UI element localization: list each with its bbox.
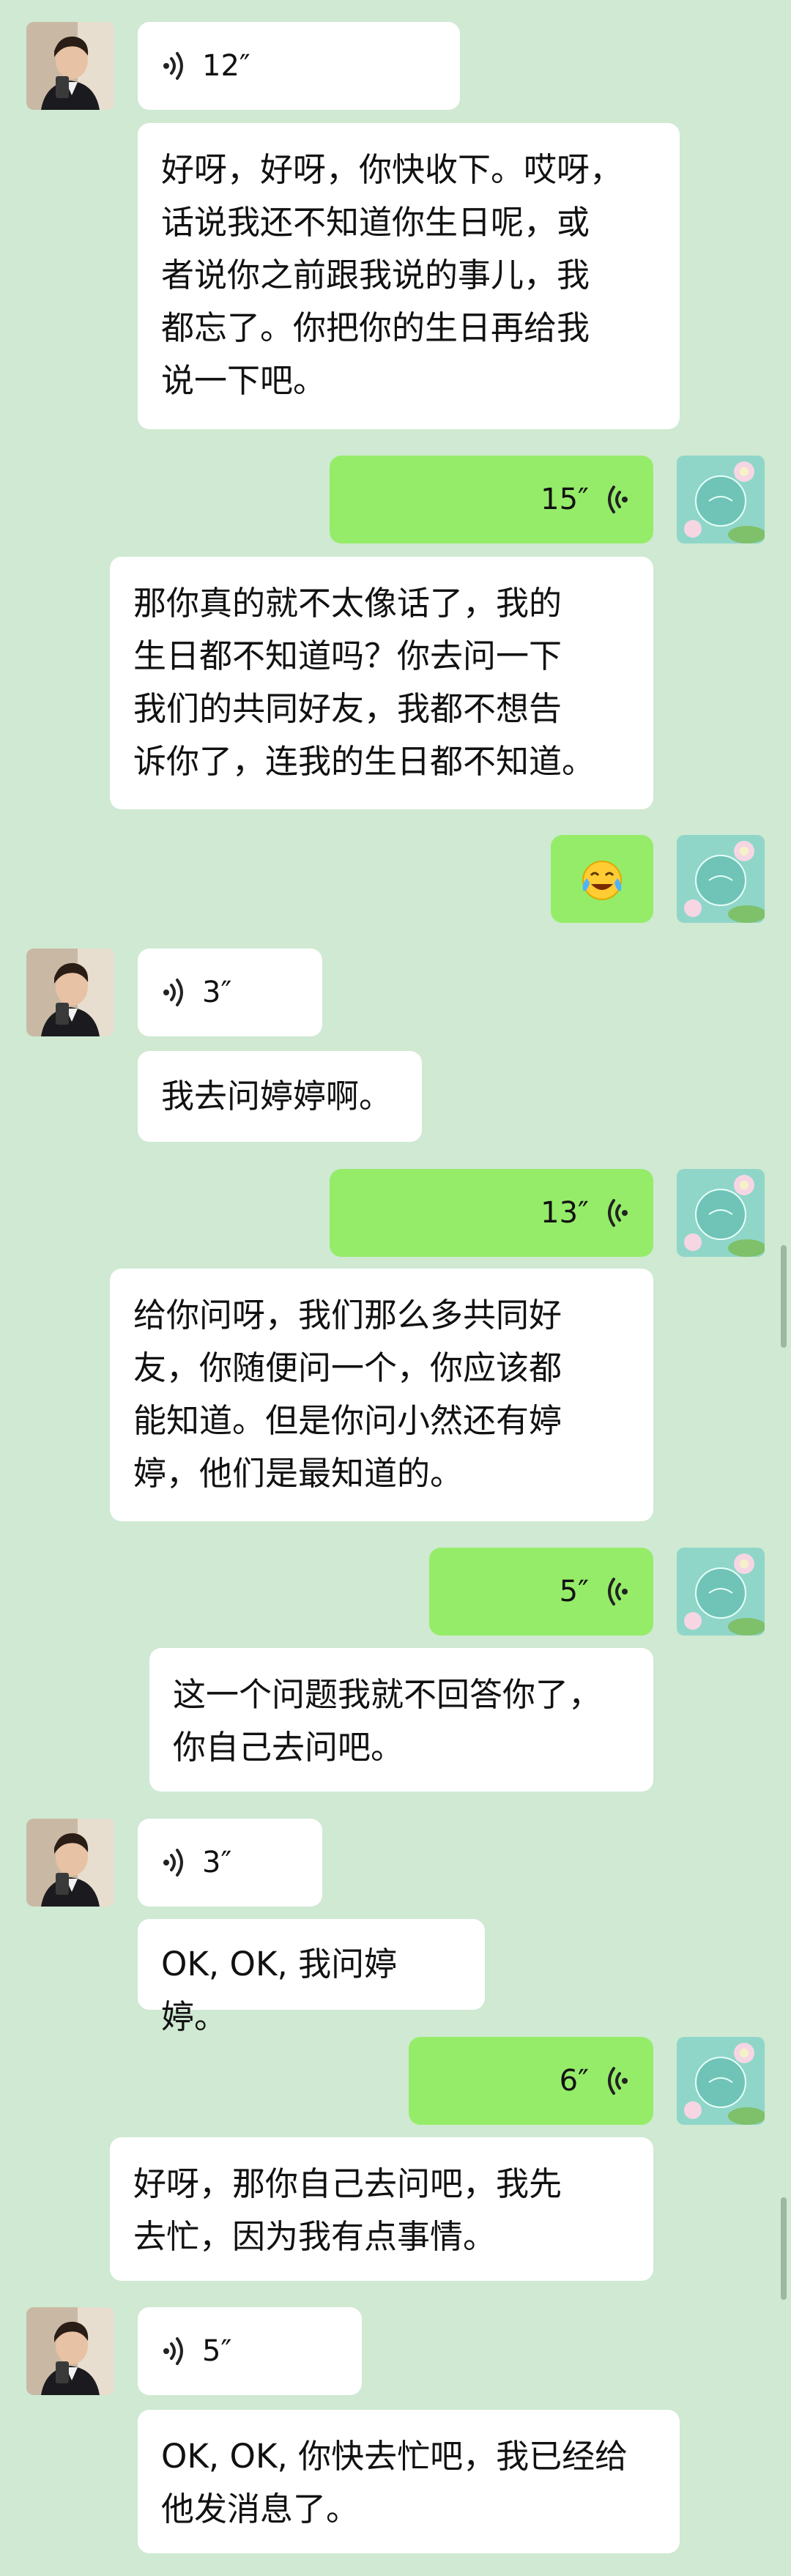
emoji-message[interactable] bbox=[551, 835, 653, 923]
text-message[interactable]: OK, OK, 你快去忙吧，我已经给 他发消息了。 bbox=[138, 2410, 680, 2553]
my-avatar[interactable] bbox=[677, 1548, 765, 1636]
contact-avatar[interactable] bbox=[26, 2307, 114, 2395]
contact-avatar[interactable] bbox=[26, 1819, 114, 1907]
voice-duration: 15″ bbox=[541, 483, 589, 516]
voice-wave-icon bbox=[608, 486, 628, 513]
voice-wave-icon bbox=[163, 52, 183, 80]
voice-wave-icon bbox=[163, 1849, 183, 1877]
voice-message[interactable]: 3″ bbox=[138, 1819, 322, 1907]
voice-duration: 3″ bbox=[202, 1846, 232, 1879]
scrollbar-thumb[interactable] bbox=[781, 2197, 787, 2300]
voice-wave-icon bbox=[608, 1578, 628, 1606]
voice-message[interactable]: 15″ bbox=[330, 456, 653, 543]
voice-message[interactable]: 12″ bbox=[138, 22, 460, 110]
contact-avatar[interactable] bbox=[26, 22, 114, 110]
voice-message[interactable]: 6″ bbox=[409, 2037, 653, 2125]
voice-duration: 6″ bbox=[559, 2064, 589, 2098]
voice-message[interactable]: 5″ bbox=[138, 2307, 362, 2395]
contact-avatar[interactable] bbox=[26, 949, 114, 1036]
my-avatar[interactable] bbox=[677, 2037, 765, 2125]
crying-laughing-emoji-icon bbox=[582, 861, 622, 900]
voice-message[interactable]: 3″ bbox=[138, 949, 322, 1036]
voice-message[interactable]: 5″ bbox=[429, 1548, 653, 1636]
my-avatar[interactable] bbox=[677, 835, 765, 923]
voice-wave-icon bbox=[163, 979, 183, 1006]
my-avatar[interactable] bbox=[677, 456, 765, 543]
text-message[interactable]: 那你真的就不太像话了，我的 生日都不知道吗？你去问一下 我们的共同好友，我都不想… bbox=[110, 557, 653, 809]
voice-wave-icon bbox=[163, 2337, 183, 2365]
voice-duration: 13″ bbox=[541, 1196, 589, 1230]
text-message[interactable]: 好呀，好呀，你快收下。哎呀， 话说我还不知道你生日呢，或 者说你之前跟我说的事儿… bbox=[138, 123, 680, 429]
text-message[interactable]: 好呀，那你自己去问吧，我先 去忙，因为我有点事情。 bbox=[110, 2137, 653, 2281]
text-message[interactable]: 给你问呀，我们那么多共同好 友，你随便问一个，你应该都 能知道。但是你问小然还有… bbox=[110, 1269, 653, 1521]
voice-duration: 3″ bbox=[202, 976, 232, 1009]
voice-wave-icon bbox=[608, 2067, 628, 2095]
scrollbar-thumb[interactable] bbox=[781, 1245, 787, 1348]
voice-message[interactable]: 13″ bbox=[330, 1169, 653, 1257]
my-avatar[interactable] bbox=[677, 1169, 765, 1257]
voice-duration: 5″ bbox=[559, 1575, 589, 1608]
text-message[interactable]: 这一个问题我就不回答你了， 你自己去问吧。 bbox=[149, 1648, 653, 1792]
voice-duration: 5″ bbox=[202, 2334, 232, 2368]
text-message[interactable]: 我去问婷婷啊。 bbox=[138, 1051, 422, 1142]
text-message[interactable]: OK, OK, 我问婷婷。 bbox=[138, 1919, 485, 2036]
voice-duration: 12″ bbox=[202, 49, 250, 83]
voice-wave-icon bbox=[608, 1199, 628, 1227]
